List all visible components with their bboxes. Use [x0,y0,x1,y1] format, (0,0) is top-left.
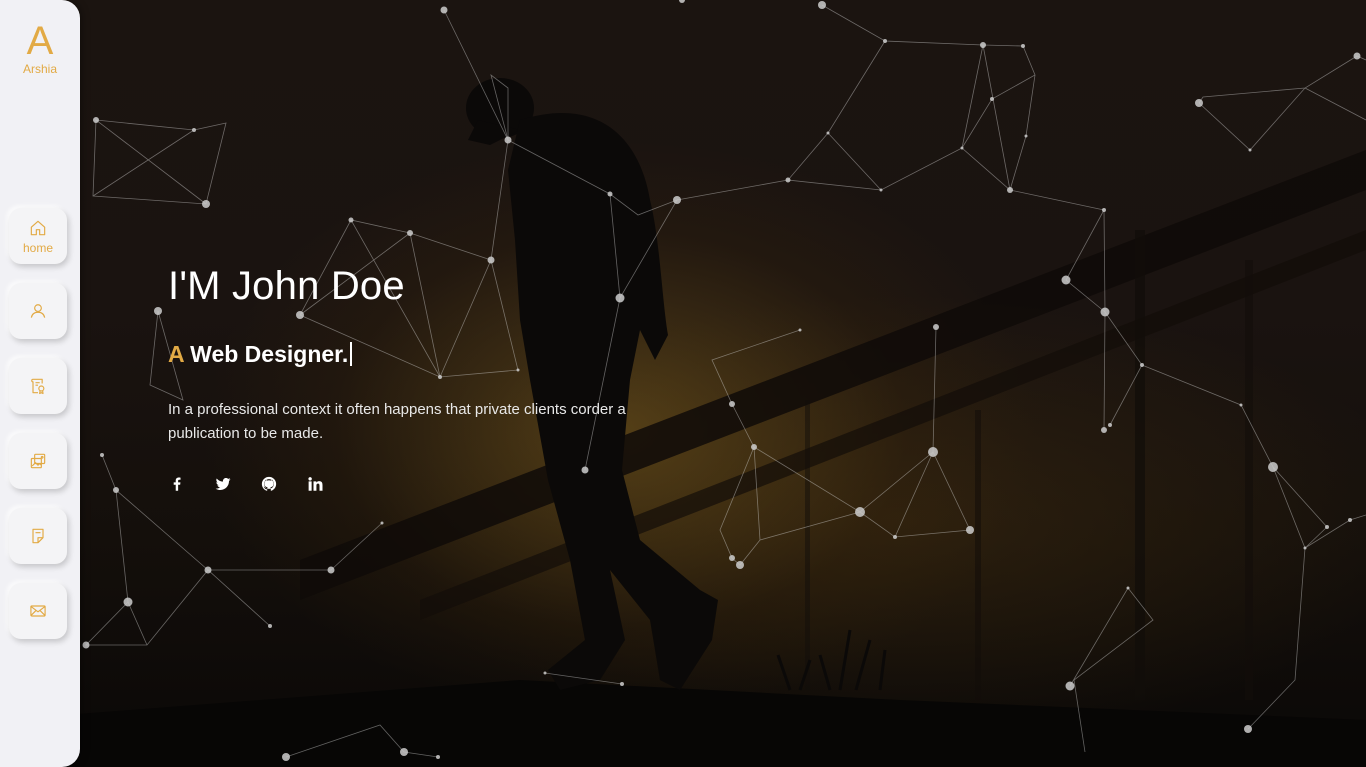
nav-home-label: home [22,240,54,255]
typing-caret [350,342,353,366]
sidebar: A Arshia home [0,0,80,767]
github-icon [261,476,277,491]
github-link[interactable] [260,474,306,494]
facebook-icon [173,477,181,491]
gallery-icon [30,453,46,469]
hero-section: I'M John Doe A Web Designer. In a profes… [168,262,626,491]
linkedin-link[interactable] [306,474,352,494]
linkedin-icon [308,477,323,491]
nav-portfolio-button[interactable] [9,433,67,489]
facebook-link[interactable] [168,474,214,494]
particle-network [82,0,1366,761]
user-icon [30,304,46,318]
logo-name: Arshia [22,62,57,76]
hero-role-prefix: A [168,341,184,367]
logo-letter: A [26,19,54,63]
note-icon [32,528,44,544]
nav-resume-button[interactable] [9,358,67,414]
home-icon [30,220,46,235]
nav-blog-button[interactable] [9,508,67,564]
nav-about-button[interactable] [9,283,67,339]
hero-role: A Web Designer. [168,340,353,368]
twitter-icon [215,478,231,490]
certificate-icon [31,378,45,395]
nav-contact-button[interactable] [9,583,67,639]
social-links [168,474,352,494]
hero-role-text: Web Designer. [190,341,349,367]
envelope-icon [30,605,46,617]
hero-description: In a professional context it often happe… [168,401,626,442]
brand-logo[interactable]: A Arshia [0,19,80,76]
twitter-link[interactable] [214,474,260,494]
nav-home-button[interactable]: home [9,208,67,264]
hero-title: I'M John Doe [168,264,405,308]
